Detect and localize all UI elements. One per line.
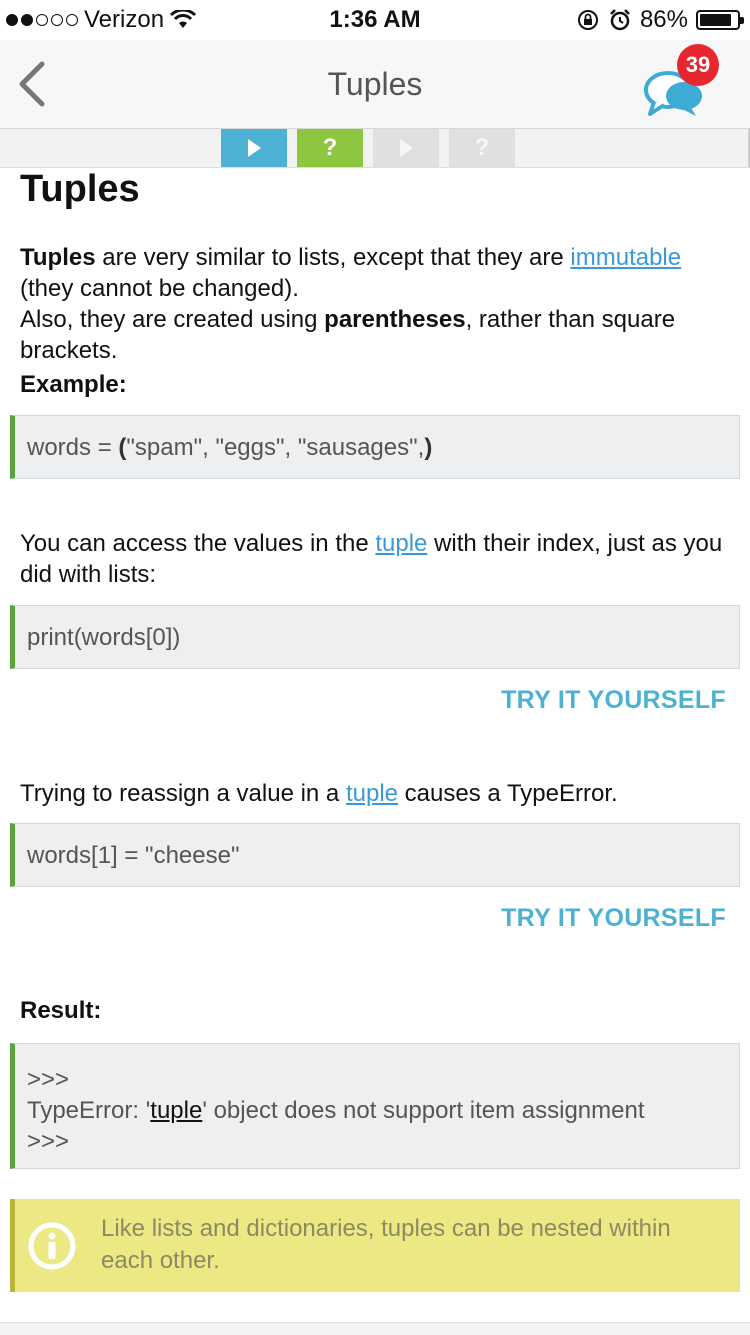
text-span: causes a TypeError. xyxy=(398,780,618,807)
battery-icon xyxy=(696,10,744,30)
alarm-icon xyxy=(610,9,630,31)
result-label: Result: xyxy=(20,997,102,1024)
text-span: are very similar to lists, except that t… xyxy=(95,244,571,271)
play-icon xyxy=(248,139,261,157)
question-icon: ? xyxy=(322,134,338,161)
immutable-link[interactable]: immutable xyxy=(570,244,681,271)
tuple-link[interactable]: tuple xyxy=(375,530,427,557)
lesson-progress-bar: ? ? xyxy=(0,129,750,168)
result-output-block: >>> TypeError: 'tuple' object does not s… xyxy=(10,1043,740,1169)
info-tip-box: Like lists and dictionaries, tuples can … xyxy=(10,1199,740,1292)
page-title: Tuples xyxy=(327,66,423,102)
code-text: ' object does not support item assignmen… xyxy=(202,1097,645,1124)
tip-text: Like lists and dictionaries, tuples can … xyxy=(101,1215,671,1274)
text-span: (they cannot be changed). xyxy=(20,275,299,302)
try-it-yourself-button[interactable]: TRY IT YOURSELF xyxy=(501,686,726,715)
text-span: Also, they are created using xyxy=(20,306,325,333)
prompt-line: >>> xyxy=(27,1128,70,1155)
text-span: Trying to reassign a value in a xyxy=(20,780,346,807)
navigation-bar: Tuples 39 xyxy=(0,40,750,129)
code-block-index: print(words[0]) xyxy=(10,605,740,669)
error-line: TypeError: 'tuple' object does not suppo… xyxy=(27,1095,739,1126)
example-label: Example: xyxy=(20,371,127,398)
rotation-lock-icon xyxy=(577,10,598,30)
code-text: TypeError: ' xyxy=(27,1097,151,1124)
code-block-reassign: words[1] = "cheese" xyxy=(10,823,740,887)
step-quiz-active[interactable]: ? xyxy=(297,129,363,167)
step-lesson-inactive[interactable] xyxy=(373,129,439,167)
term-bold: Tuples xyxy=(20,244,96,271)
step-lesson-active[interactable] xyxy=(221,129,287,167)
comments-count-badge: 39 xyxy=(677,44,719,86)
step-quiz-inactive[interactable]: ? xyxy=(449,129,515,167)
info-icon xyxy=(28,1222,76,1270)
battery-fill xyxy=(700,14,731,26)
tuple-link[interactable]: tuple xyxy=(346,780,398,807)
code-text: "spam", "eggs", "sausages", xyxy=(126,434,425,461)
battery-percent: 86% xyxy=(639,6,688,33)
code-paren: ) xyxy=(424,434,433,461)
code-text: words = xyxy=(27,434,119,461)
parentheses-bold: parentheses xyxy=(324,306,466,333)
tuple-link[interactable]: tuple xyxy=(150,1097,202,1124)
status-bar: Verizon 1:36 AM 86% xyxy=(0,0,750,40)
prompt-line: >>> xyxy=(27,1066,70,1093)
code-block-example: words = ("spam", "eggs", "sausages",) xyxy=(10,415,740,479)
text-span: You can access the values in the xyxy=(20,530,376,557)
play-icon xyxy=(400,139,413,157)
try-it-yourself-button[interactable]: TRY IT YOURSELF xyxy=(501,904,726,933)
bottom-edge xyxy=(0,1322,750,1335)
reassign-paragraph: Trying to reassign a value in a tuple ca… xyxy=(20,778,732,809)
status-right: 86% xyxy=(576,6,744,34)
question-icon: ? xyxy=(474,134,490,161)
intro-paragraph: Tuples are very similar to lists, except… xyxy=(20,242,732,366)
lesson-heading: Tuples xyxy=(20,168,140,210)
access-paragraph: You can access the values in the tuple w… xyxy=(20,528,732,590)
